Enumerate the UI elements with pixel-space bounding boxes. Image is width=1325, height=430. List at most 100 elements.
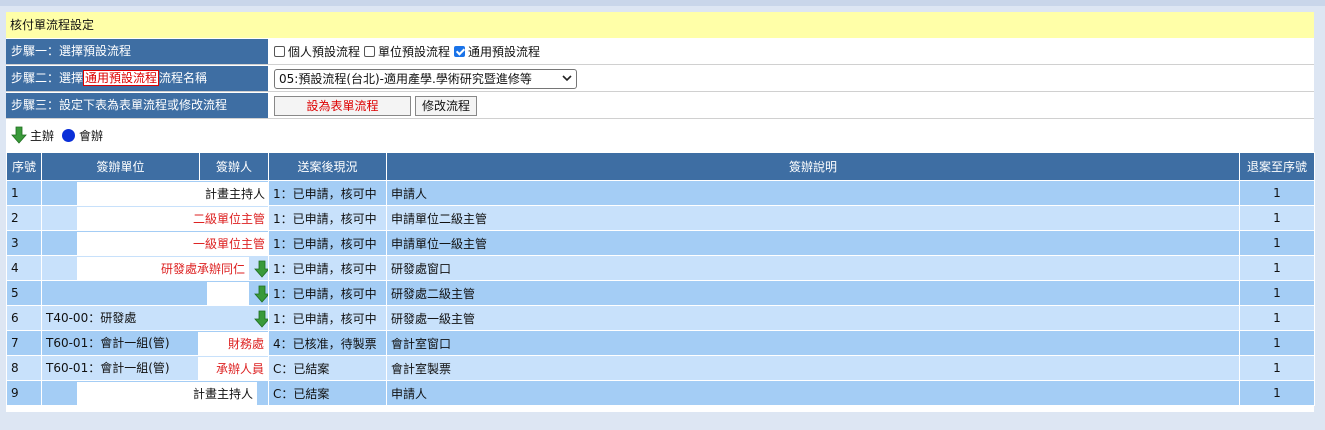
flow-settings-panel: 核付單流程設定 步驟一：選擇預設流程 個人預設流程 單位預設流程 通用預設流程 … [6, 12, 1315, 412]
signer-role-field[interactable]: 研發處承辦同仁 [77, 257, 249, 280]
checkbox-unit[interactable] [364, 46, 376, 57]
flow-name-select[interactable]: 05:預設流程(台北)-適用產學.學術研究暨進修等 [274, 68, 577, 89]
description-cell: 研發處窗口 [386, 255, 1240, 281]
main-arrow-icon [11, 126, 27, 144]
table-row: 7 T60-01：會計一組(管) 財務處 4：已核准，待製票 會計室窗口 1 [6, 330, 1315, 356]
option-unit-default[interactable]: 單位預設流程 [364, 43, 450, 60]
description-cell: 會計室窗口 [386, 330, 1240, 356]
description-cell: 申請人 [386, 380, 1240, 406]
checkbox-general[interactable] [454, 46, 466, 57]
signer-role-field[interactable]: 承辦人員 [198, 357, 268, 380]
step3-label: 步驟三：設定下表為表單流程或修改流程 [6, 93, 268, 118]
option-personal-default[interactable]: 個人預設流程 [274, 43, 360, 60]
unit-name: T60-01：會計一組(管) [46, 361, 170, 375]
option-unit-label: 單位預設流程 [378, 45, 451, 59]
table-row: 8 T60-01：會計一組(管) 承辦人員 C：已結案 會計室製票 1 [6, 355, 1315, 381]
return-to-cell: 1 [1239, 255, 1315, 281]
unit-signer-cell: 計畫主持人 [41, 380, 269, 406]
row-number: 9 [6, 380, 42, 406]
header-signer: 簽辦人 [199, 152, 269, 181]
step1-options: 個人預設流程 單位預設流程 通用預設流程 [274, 39, 544, 64]
step1-row: 步驟一：選擇預設流程 個人預設流程 單位預設流程 通用預設流程 [6, 39, 1314, 65]
status-cell: 1：已申請，核可中 [268, 255, 387, 281]
signer-role-field[interactable]: 一級單位主管 [77, 232, 268, 255]
row-number: 1 [6, 180, 42, 206]
table-row: 9 計畫主持人 C：已結案 申請人 1 [6, 380, 1315, 406]
return-to-cell: 1 [1239, 230, 1315, 256]
step2-label-suffix: 流程名稱 [159, 71, 208, 85]
signer-role-label: 計畫主持人 [204, 187, 265, 201]
signer-role-field[interactable]: 計畫主持人 [77, 182, 268, 205]
table-row: 3 一級單位主管 1：已申請，核可中 申請單位一級主管 1 [6, 230, 1315, 256]
return-to-cell: 1 [1239, 305, 1315, 331]
description-cell: 申請單位一級主管 [386, 230, 1240, 256]
panel-title: 核付單流程設定 [6, 12, 1314, 38]
legend-co-label: 會辦 [79, 128, 104, 143]
status-cell: C：已結案 [268, 355, 387, 381]
row-number: 2 [6, 205, 42, 231]
return-to-cell: 1 [1239, 380, 1315, 406]
description-cell: 研發處一級主管 [386, 305, 1240, 331]
main-arrow-icon [254, 260, 268, 278]
description-cell: 研發處二級主管 [386, 280, 1240, 306]
table-row: 1 計畫主持人 1：已申請，核可中 申請人 1 [6, 180, 1315, 206]
description-cell: 申請單位二級主管 [386, 205, 1240, 231]
signer-role-label: 二級單位主管 [192, 212, 265, 226]
return-to-cell: 1 [1239, 355, 1315, 381]
unit-name: T60-01：會計一組(管) [46, 336, 170, 350]
signer-role-label: 計畫主持人 [192, 387, 253, 401]
status-cell: 4：已核准，待製票 [268, 330, 387, 356]
step2-label: 步驟二：選擇 通用預設流程 流程名稱 [6, 66, 268, 91]
row-number: 7 [6, 330, 42, 356]
unit-signer-cell: 二級單位主管 [41, 205, 269, 231]
legend-main-label: 主辦 [30, 128, 55, 143]
step3-row: 步驟三：設定下表為表單流程或修改流程 設為表單流程 修改流程 [6, 93, 1314, 119]
step1-label: 步驟一：選擇預設流程 [6, 39, 268, 64]
modify-flow-button[interactable]: 修改流程 [415, 95, 477, 116]
row-number: 8 [6, 355, 42, 381]
step2-label-prefix: 步驟二：選擇 [11, 71, 84, 85]
step2-content: 05:預設流程(台北)-適用產學.學術研究暨進修等 [274, 66, 577, 91]
signer-role-label: 一級單位主管 [192, 237, 265, 251]
main-arrow-icon [254, 285, 268, 303]
status-cell: 1：已申請，核可中 [268, 280, 387, 306]
chevron-down-icon [562, 75, 572, 82]
table-row: 5 1：已申請，核可中 研發處二級主管 1 [6, 280, 1315, 306]
co-sign-dot-icon [62, 128, 76, 142]
signer-role-label: 研發處承辦同仁 [160, 262, 245, 276]
unit-signer-cell: 一級單位主管 [41, 230, 269, 256]
row-number: 6 [6, 305, 42, 331]
return-to-cell: 1 [1239, 205, 1315, 231]
status-cell: 1：已申請，核可中 [268, 305, 387, 331]
signer-role-field[interactable]: 計畫主持人 [77, 382, 257, 405]
row-number: 3 [6, 230, 42, 256]
legend: 主辦 會辦 [6, 122, 103, 148]
unit-signer-cell: T40-00：研發處 [41, 305, 269, 331]
unit-signer-cell: T60-01：會計一組(管) 財務處 [41, 330, 269, 356]
flow-name-select-value: 05:預設流程(台北)-適用產學.學術研究暨進修等 [279, 72, 532, 86]
step2-row: 步驟二：選擇 通用預設流程 流程名稱 05:預設流程(台北)-適用產學.學術研究暨進… [6, 66, 1314, 92]
status-cell: 1：已申請，核可中 [268, 180, 387, 206]
unit-signer-cell: 研發處承辦同仁 [41, 255, 269, 281]
option-personal-label: 個人預設流程 [288, 45, 361, 59]
status-cell: 1：已申請，核可中 [268, 230, 387, 256]
main-arrow-icon [254, 310, 268, 328]
step3-content: 設為表單流程 修改流程 [274, 93, 477, 118]
header-status: 送案後現況 [268, 152, 387, 181]
signer-role-field[interactable]: 二級單位主管 [77, 207, 268, 230]
option-general-default[interactable]: 通用預設流程 [454, 43, 540, 60]
step2-label-highlight: 通用預設流程 [83, 70, 160, 86]
signer-role-label: 承辦人員 [215, 362, 264, 376]
return-to-cell: 1 [1239, 180, 1315, 206]
description-cell: 會計室製票 [386, 355, 1240, 381]
return-to-cell: 1 [1239, 280, 1315, 306]
unit-name: T40-00：研發處 [46, 311, 137, 325]
signer-role-field[interactable] [207, 282, 249, 305]
top-border [0, 0, 1325, 6]
set-form-flow-button[interactable]: 設為表單流程 [274, 95, 411, 116]
checkbox-personal[interactable] [274, 46, 285, 57]
signer-role-field[interactable]: 財務處 [198, 332, 268, 355]
header-description: 簽辦說明 [386, 152, 1240, 181]
option-general-label: 通用預設流程 [468, 45, 541, 59]
header-return: 退案至序號 [1239, 152, 1315, 181]
